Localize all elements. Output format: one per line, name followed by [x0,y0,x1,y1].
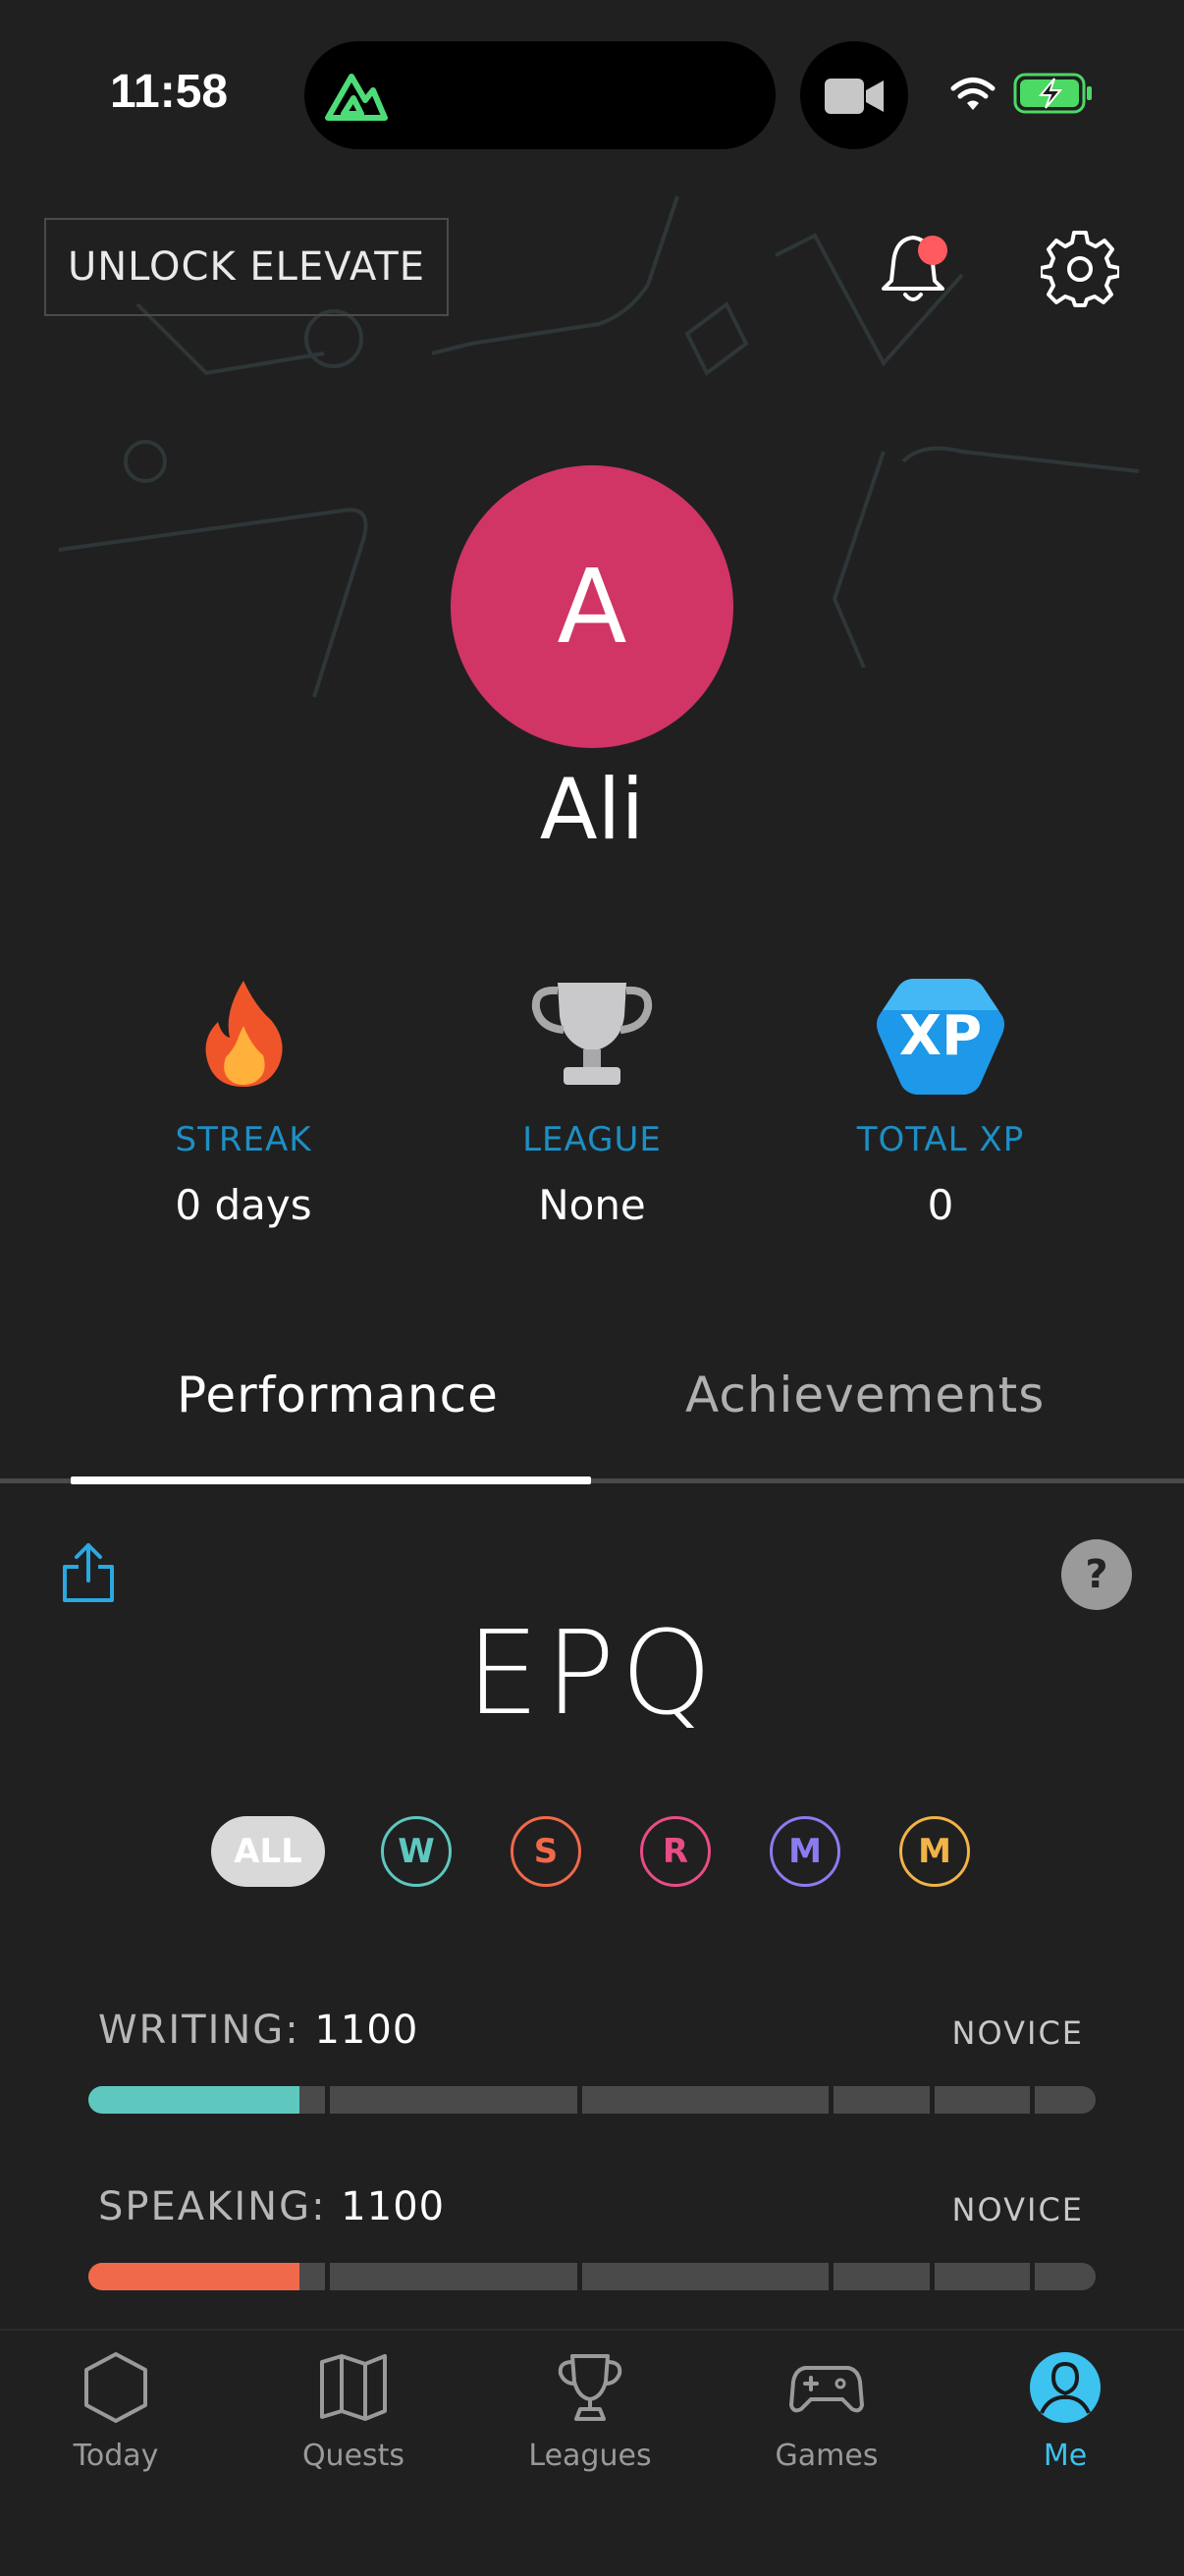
progress-segment [330,2086,577,2114]
epq-title: EPQ [465,1605,719,1741]
stat-value: 0 [927,1181,954,1229]
profile-icon [1030,2352,1101,2423]
progress-segment [581,2086,830,2114]
stat-label: STREAK [175,1120,312,1159]
wifi-icon [950,78,996,110]
speaking-progress-bar [88,2263,1096,2290]
app-logo-icon [325,74,388,121]
progress-segment [1035,2086,1096,2114]
share-icon[interactable] [61,1541,116,1604]
stat-value: None [538,1181,646,1229]
tab-active-indicator [71,1476,591,1484]
progress-segment [934,2263,1031,2290]
hexagon-icon [84,2352,147,2423]
nav-me[interactable]: Me [967,2348,1163,2473]
writing-progress-bar [88,2086,1096,2114]
stat-label: TOTAL XP [856,1120,1025,1159]
xp-badge-icon: XP [875,977,1006,1099]
streak-stat: STREAK 0 days [77,977,410,1229]
avatar[interactable]: A [451,465,733,748]
progress-segment [834,2263,930,2290]
camera-indicator [800,41,908,149]
status-time: 11:58 [110,66,229,118]
trophy-icon [558,2354,622,2421]
filter-reading-chip[interactable]: R [640,1816,711,1887]
settings-gear-icon[interactable] [1041,230,1119,308]
filter-all-chip[interactable]: ALL [211,1816,325,1887]
stat-value: 0 days [175,1181,312,1229]
writing-level: NOVICE [951,2014,1084,2052]
speaking-skill-label: SPEAKING: 1100 [98,2184,446,2229]
dynamic-island [304,41,776,149]
nav-today[interactable]: Today [18,2348,214,2473]
tab-performance[interactable]: Performance [177,1367,499,1423]
progress-fill [88,2263,300,2290]
writing-skill-label: WRITING: 1100 [98,2008,419,2053]
trophy-icon [531,983,653,1085]
video-camera-icon [825,79,884,114]
progress-segment [1035,2263,1096,2290]
filter-m-purple-chip[interactable]: M [770,1816,840,1887]
help-button[interactable]: ? [1061,1539,1132,1610]
progress-segment [330,2263,577,2290]
progress-fill [88,2086,300,2114]
nav-games[interactable]: Games [728,2348,925,2473]
nav-quests[interactable]: Quests [255,2348,452,2473]
total-xp-stat: XP TOTAL XP 0 [774,977,1107,1229]
battery-charging-icon [1013,73,1092,114]
nav-leagues[interactable]: Leagues [492,2348,688,2473]
filter-speaking-chip[interactable]: S [511,1816,581,1887]
gamepad-icon [789,2366,864,2413]
notification-badge [918,236,947,265]
filter-m-yellow-chip[interactable]: M [899,1816,970,1887]
speaking-level: NOVICE [951,2191,1084,2228]
tab-achievements[interactable]: Achievements [685,1367,1045,1423]
unlock-elevate-button[interactable]: UNLOCK ELEVATE [44,218,449,316]
progress-segment [934,2086,1031,2114]
filter-writing-chip[interactable]: W [381,1816,452,1887]
map-icon [320,2354,387,2421]
progress-segment [581,2263,830,2290]
stat-label: LEAGUE [522,1120,662,1159]
user-name: Ali [539,761,645,859]
flame-icon [205,981,283,1087]
league-stat: LEAGUE None [425,977,759,1229]
progress-segment [834,2086,930,2114]
